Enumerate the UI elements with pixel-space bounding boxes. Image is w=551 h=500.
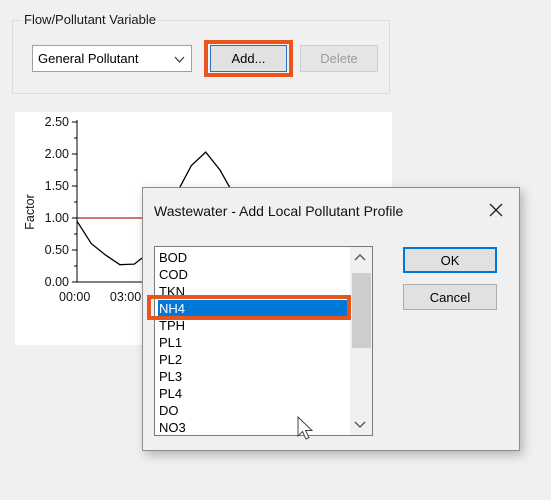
combo-value: General Pollutant [38,51,139,66]
list-item[interactable]: NO3 [158,419,350,435]
y-tick-label: 2.00 [45,147,69,161]
close-icon[interactable] [483,197,509,223]
pollutant-listbox[interactable]: BOD COD TKN NH4 TPH PL1 PL2 PL3 PL4 DO NO3 [154,246,373,436]
y-axis-label: Factor [23,194,37,229]
list-item[interactable]: PL4 [158,385,350,402]
y-tick-label: 0.00 [45,275,69,289]
x-tick-label: 03:00 [110,290,141,304]
list-item[interactable]: COD [158,266,350,283]
y-tick-label: 1.50 [45,179,69,193]
group-title: Flow/Pollutant Variable [22,12,158,27]
add-button[interactable]: Add... [210,45,287,72]
scroll-down-icon[interactable] [353,419,367,433]
x-tick-label: 00:00 [59,290,90,304]
list-item[interactable]: PL3 [158,368,350,385]
list-item[interactable]: PL2 [158,351,350,368]
y-tick-label: 2.50 [45,115,69,129]
list-item[interactable]: PL1 [158,334,350,351]
pollutant-variable-combo[interactable]: General Pollutant [32,45,192,72]
ok-button[interactable]: OK [403,247,497,273]
delete-button[interactable]: Delete [300,45,378,72]
list-item[interactable]: DO [158,402,350,419]
y-tick-label: 1.00 [45,211,69,225]
y-tick-label: 0.50 [45,243,69,257]
scrollbar-thumb[interactable] [352,273,371,348]
cancel-button[interactable]: Cancel [403,284,497,310]
mouse-pointer-icon [297,416,314,440]
selected-item-highlight [147,295,351,320]
dialog-title: Wastewater - Add Local Pollutant Profile [154,203,404,219]
list-item[interactable]: BOD [158,249,350,266]
chevron-down-icon [174,53,185,68]
scroll-up-icon[interactable] [353,251,367,265]
